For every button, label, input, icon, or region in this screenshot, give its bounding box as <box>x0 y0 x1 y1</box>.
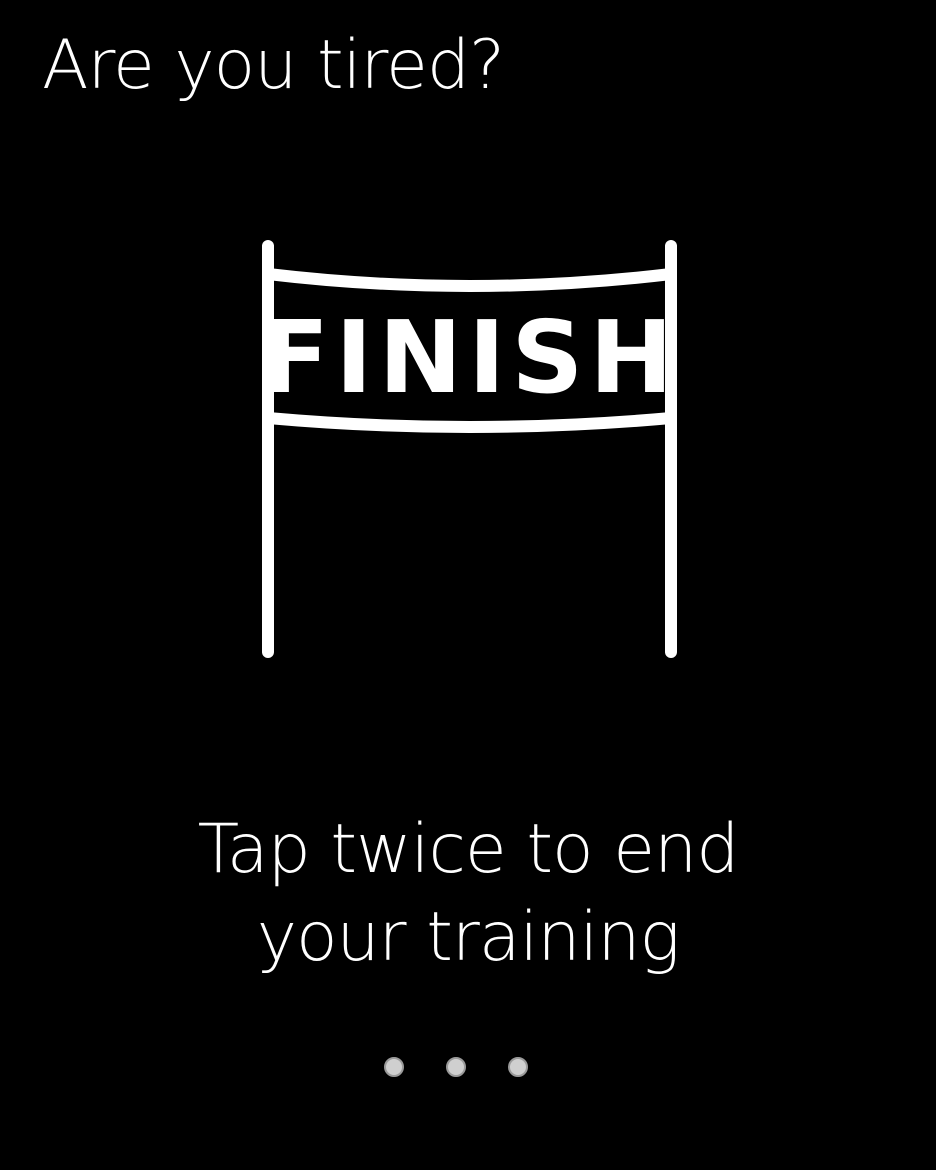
finish-line-icon: FINISH <box>261 240 679 658</box>
instruction-text: Tap twice to end your training <box>0 806 936 982</box>
instruction-line-2: your training <box>256 898 681 977</box>
page-indicator <box>384 1057 528 1077</box>
page-dot-3 <box>508 1057 528 1077</box>
page-dot-1 <box>384 1057 404 1077</box>
page-dot-2 <box>446 1057 466 1077</box>
screen-title: Are you tired? <box>42 26 505 105</box>
instruction-line-1: Tap twice to end <box>197 810 740 889</box>
finish-banner-text: FINISH <box>261 299 679 416</box>
